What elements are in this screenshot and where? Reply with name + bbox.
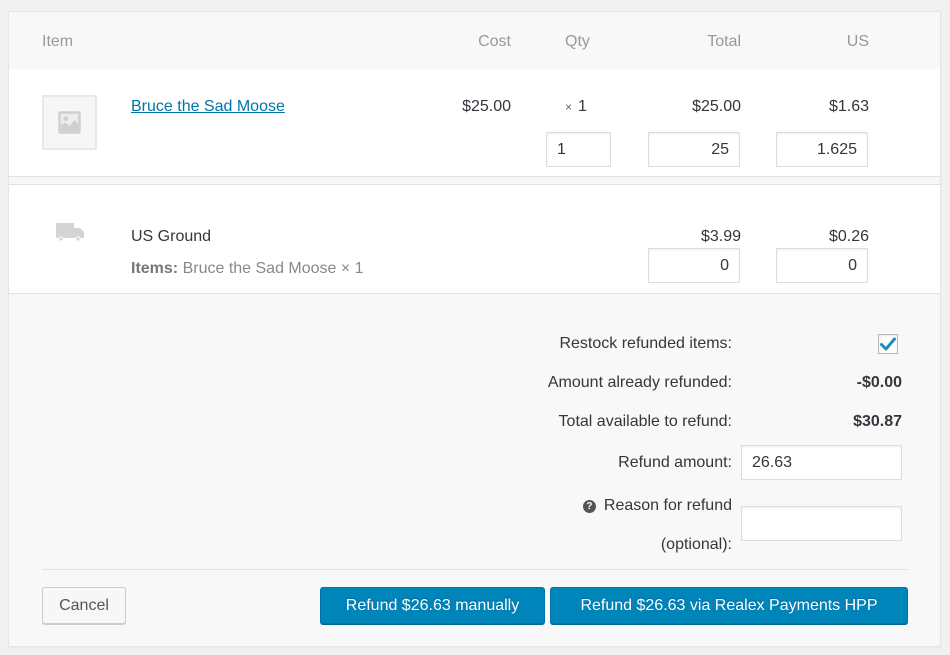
shipping-items-label: Items: [131, 260, 179, 277]
available-to-refund-value: $30.87 [853, 413, 902, 430]
restock-checkbox[interactable] [878, 334, 898, 354]
order-items-refund-panel: Item Cost Qty Total US Bruce the Sad Moo… [8, 11, 941, 647]
shipping-total: $3.99 [700, 228, 741, 245]
refund-qty-input[interactable] [546, 132, 611, 167]
refund-line-tax-input[interactable] [776, 132, 868, 167]
actions-divider [42, 569, 908, 570]
help-icon[interactable]: ? [582, 500, 596, 513]
restock-label: Restock refunded items: [559, 335, 732, 352]
header-cost: Cost [478, 33, 511, 50]
shipping-tax: $0.26 [828, 228, 869, 245]
refund-manually-button[interactable]: Refund $26.63 manually [320, 587, 545, 624]
shipping-method-name: US Ground [131, 228, 212, 245]
product-qty: × 1 [565, 98, 587, 116]
image-placeholder-icon [58, 111, 81, 134]
header-total: Total [707, 33, 741, 50]
available-to-refund-label: Total available to refund: [558, 413, 732, 430]
line-item-row: Bruce the Sad Moose $25.00 × 1 $25.00 $1.… [9, 69, 940, 177]
cancel-button[interactable]: Cancel [42, 587, 126, 624]
refund-amount-input[interactable] [741, 445, 902, 480]
checkmark-icon [880, 337, 896, 351]
already-refunded-value: -$0.00 [856, 374, 902, 391]
already-refunded-label: Amount already refunded: [547, 374, 732, 391]
refund-shipping-total-input[interactable] [648, 248, 740, 283]
refund-line-total-input[interactable] [648, 132, 740, 167]
refund-shipping-tax-input[interactable] [776, 248, 868, 283]
reason-label-optional: (optional): [660, 536, 732, 553]
header-item: Item [42, 33, 74, 50]
shipping-items-value: Bruce the Sad Moose × 1 [182, 260, 364, 277]
product-total: $25.00 [692, 98, 741, 115]
shipping-row: US Ground Items: Bruce the Sad Moose × 1… [9, 184, 940, 294]
reason-label: ? Reason for refund [582, 497, 732, 515]
product-qty-value: 1 [578, 98, 587, 115]
refund-amount-label: Refund amount: [618, 454, 732, 471]
product-tax: $1.63 [828, 98, 869, 115]
items-table-header: Item Cost Qty Total US [9, 12, 940, 69]
product-thumbnail [42, 95, 97, 150]
refund-reason-input[interactable] [741, 506, 902, 541]
header-qty: Qty [565, 33, 590, 50]
refund-via-gateway-button[interactable]: Refund $26.63 via Realex Payments HPP [550, 587, 908, 624]
shipping-items: Items: Bruce the Sad Moose × 1 [131, 260, 364, 278]
product-link[interactable]: Bruce the Sad Moose [131, 98, 285, 116]
qty-times-symbol: × [565, 100, 573, 114]
product-cost: $25.00 [462, 98, 511, 115]
truck-icon [56, 223, 84, 242]
row-separator [9, 177, 940, 184]
header-tax-us: US [846, 33, 869, 50]
reason-label-text: Reason for refund [603, 497, 732, 514]
